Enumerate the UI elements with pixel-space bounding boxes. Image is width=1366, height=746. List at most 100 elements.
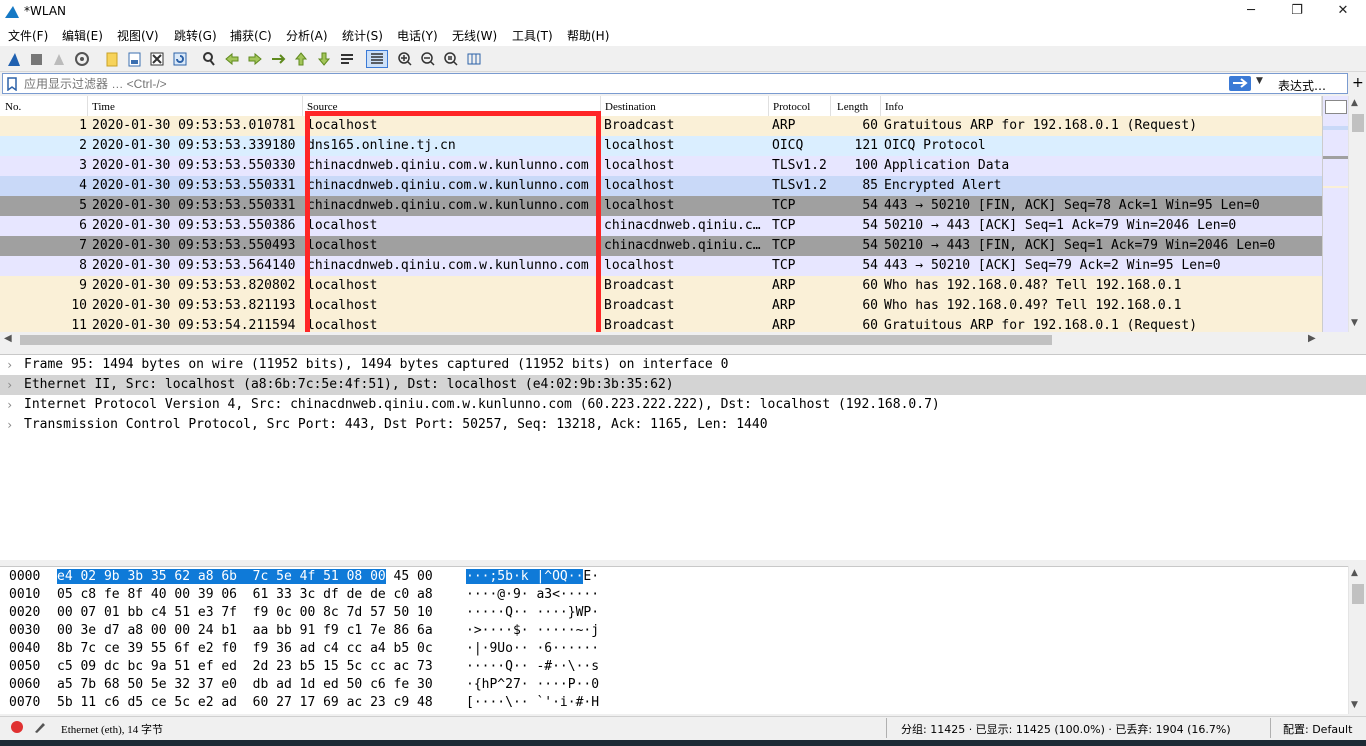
packet-list-vscroll[interactable]: ▲ ▼ bbox=[1348, 96, 1366, 332]
expert-info-icon[interactable] bbox=[10, 720, 24, 734]
maximize-button[interactable]: ❐ bbox=[1274, 0, 1320, 24]
menu-telephony[interactable]: 电话(Y) bbox=[397, 27, 438, 44]
column-header-info[interactable]: Info bbox=[881, 96, 1322, 116]
edit-comment-icon[interactable] bbox=[33, 720, 47, 734]
menu-view[interactable]: 视图(V) bbox=[117, 27, 159, 44]
cell-info: 50210 → 443 [ACK] Seq=1 Ack=79 Win=2046 … bbox=[884, 218, 1237, 233]
cell-time: 2020-01-30 09:53:53.820802 bbox=[92, 278, 296, 293]
restart-icon[interactable] bbox=[50, 50, 68, 68]
find-icon[interactable] bbox=[200, 50, 218, 68]
bytes-row[interactable]: 0040 8b 7c ce 39 55 6f e2 f0 f9 36 ad c4 … bbox=[0, 640, 1348, 658]
last-packet-icon[interactable] bbox=[315, 50, 333, 68]
detail-row-ethernet[interactable]: › Ethernet II, Src: localhost (a8:6b:7c:5… bbox=[0, 375, 1366, 395]
save-file-icon[interactable] bbox=[125, 50, 143, 68]
reload-icon[interactable] bbox=[171, 50, 189, 68]
cell-length: 60 bbox=[862, 318, 878, 332]
close-file-icon[interactable] bbox=[148, 50, 166, 68]
column-header-time[interactable]: Time bbox=[88, 96, 303, 116]
bytes-row[interactable]: 0020 00 07 01 bb c4 51 e3 7f f9 0c 00 8c … bbox=[0, 604, 1348, 622]
detail-row-tcp[interactable]: › Transmission Control Protocol, Src Port… bbox=[0, 415, 1366, 435]
colorize-icon[interactable] bbox=[366, 50, 388, 68]
cell-length: 100 bbox=[854, 158, 878, 173]
open-file-icon[interactable] bbox=[103, 50, 121, 68]
menu-analyze[interactable]: 分析(A) bbox=[286, 27, 328, 44]
status-profile[interactable]: 配置: Default bbox=[1283, 721, 1352, 737]
stop-icon[interactable] bbox=[27, 50, 45, 68]
column-header-protocol[interactable]: Protocol bbox=[769, 96, 831, 116]
column-header-length[interactable]: Length bbox=[831, 96, 881, 116]
byte-ascii: ····@·9· a3<····· bbox=[466, 587, 600, 602]
zoom-normal-icon[interactable] bbox=[442, 50, 460, 68]
zoom-in-icon[interactable] bbox=[396, 50, 414, 68]
source-highlight-box bbox=[305, 111, 601, 337]
packet-row[interactable]: 10 2020-01-30 09:53:53.821193 localhost Bro… bbox=[0, 296, 1322, 316]
column-header-no[interactable]: No. bbox=[0, 96, 88, 116]
first-packet-icon[interactable] bbox=[292, 50, 310, 68]
menu-statistics[interactable]: 统计(S) bbox=[342, 27, 383, 44]
cell-info: 443 → 50210 [ACK] Seq=79 Ack=2 Win=95 Le… bbox=[884, 258, 1221, 273]
shark-fin-start-icon[interactable] bbox=[5, 50, 23, 68]
arrow-right-icon bbox=[1233, 78, 1248, 88]
packet-row[interactable]: 1 2020-01-30 09:53:53.010781 localhost Broa… bbox=[0, 116, 1322, 136]
close-button[interactable]: ✕ bbox=[1320, 0, 1366, 24]
menu-edit[interactable]: 编辑(E) bbox=[62, 27, 103, 44]
bytes-row[interactable]: 0000 e4 02 9b 3b 35 62 a8 6b 7c 5e 4f 51 … bbox=[0, 568, 1348, 586]
detail-row-ipv4[interactable]: › Internet Protocol Version 4, Src: china… bbox=[0, 395, 1366, 415]
expression-button[interactable]: 表达式… bbox=[1278, 77, 1326, 94]
packet-list-hscroll[interactable]: ◀ ▶ bbox=[0, 332, 1322, 348]
byte-hex: 00 07 01 bb c4 51 e3 7f f9 0c 00 8c 7d 5… bbox=[57, 605, 433, 620]
go-to-packet-icon[interactable] bbox=[269, 50, 287, 68]
expand-arrow-icon[interactable]: › bbox=[6, 415, 13, 435]
packet-row[interactable]: 8 2020-01-30 09:53:53.564140 chinacdnweb.q… bbox=[0, 256, 1322, 276]
apply-filter-button[interactable] bbox=[1229, 76, 1251, 91]
expand-arrow-icon[interactable]: › bbox=[6, 375, 13, 395]
cell-length: 54 bbox=[862, 258, 878, 273]
zoom-out-icon[interactable] bbox=[419, 50, 437, 68]
menu-file[interactable]: 文件(F) bbox=[8, 27, 48, 44]
packet-row[interactable]: 9 2020-01-30 09:53:53.820802 localhost Broa… bbox=[0, 276, 1322, 296]
menu-tools[interactable]: 工具(T) bbox=[512, 27, 553, 44]
bookmark-icon[interactable] bbox=[6, 77, 18, 91]
byte-hex: 05 c8 fe 8f 40 00 39 06 61 33 3c df de d… bbox=[57, 587, 433, 602]
cell-protocol: ARP bbox=[772, 118, 796, 133]
bytes-row[interactable]: 0070 5b 11 c6 d5 ce 5c e2 ad 60 27 17 69 … bbox=[0, 694, 1348, 712]
autoscroll-icon[interactable] bbox=[338, 50, 356, 68]
packet-row[interactable]: 7 2020-01-30 09:53:53.550493 localhost chin… bbox=[0, 236, 1322, 256]
expand-arrow-icon[interactable]: › bbox=[6, 355, 13, 375]
menu-go[interactable]: 跳转(G) bbox=[174, 27, 217, 44]
detail-row-frame[interactable]: › Frame 95: 1494 bytes on wire (11952 bit… bbox=[0, 355, 1366, 375]
packet-row[interactable]: 6 2020-01-30 09:53:53.550386 localhost chin… bbox=[0, 216, 1322, 236]
cell-protocol: TCP bbox=[772, 198, 796, 213]
byte-offset: 0030 bbox=[9, 623, 41, 638]
go-forward-icon[interactable] bbox=[246, 50, 264, 68]
menu-wireless[interactable]: 无线(W) bbox=[452, 27, 497, 44]
minimize-button[interactable]: ─ bbox=[1228, 0, 1274, 24]
packet-row[interactable]: 11 2020-01-30 09:53:54.211594 localhost Bro… bbox=[0, 316, 1322, 332]
packet-minimap[interactable] bbox=[1322, 96, 1349, 332]
cell-protocol: TCP bbox=[772, 258, 796, 273]
display-filter-input[interactable] bbox=[24, 76, 1204, 92]
bytes-row[interactable]: 0030 00 3e d7 a8 00 00 24 b1 aa bb 91 f9 … bbox=[0, 622, 1348, 640]
cell-time: 2020-01-30 09:53:53.821193 bbox=[92, 298, 296, 313]
bytes-vscroll[interactable]: ▲ ▼ bbox=[1348, 566, 1366, 714]
resize-columns-icon[interactable] bbox=[465, 50, 483, 68]
cell-no: 2 bbox=[79, 138, 87, 153]
column-header-destination[interactable]: Destination bbox=[601, 96, 769, 116]
bytes-row[interactable]: 0060 a5 7b 68 50 5e 32 37 e0 db ad 1d ed … bbox=[0, 676, 1348, 694]
menu-capture[interactable]: 捕获(C) bbox=[230, 27, 272, 44]
bytes-row[interactable]: 0010 05 c8 fe 8f 40 00 39 06 61 33 3c df … bbox=[0, 586, 1348, 604]
cell-length: 54 bbox=[862, 218, 878, 233]
cell-protocol: TLSv1.2 bbox=[772, 158, 827, 173]
bytes-row[interactable]: 0050 c5 09 dc bc 9a 51 ef ed 2d 23 b5 15 … bbox=[0, 658, 1348, 676]
packet-row[interactable]: 2 2020-01-30 09:53:53.339180 dns165.online… bbox=[0, 136, 1322, 156]
packet-rows: 1 2020-01-30 09:53:53.010781 localhost Broa… bbox=[0, 116, 1322, 332]
filter-dropdown-icon[interactable]: ▼ bbox=[1256, 76, 1263, 86]
packet-row[interactable]: 5 2020-01-30 09:53:53.550331 chinacdnweb.q… bbox=[0, 196, 1322, 216]
menu-help[interactable]: 帮助(H) bbox=[567, 27, 609, 44]
packet-row[interactable]: 3 2020-01-30 09:53:53.550330 chinacdnweb.q… bbox=[0, 156, 1322, 176]
add-filter-button[interactable]: + bbox=[1352, 75, 1364, 91]
packet-row[interactable]: 4 2020-01-30 09:53:53.550331 chinacdnweb.q… bbox=[0, 176, 1322, 196]
options-gear-icon[interactable] bbox=[73, 50, 91, 68]
go-back-icon[interactable] bbox=[223, 50, 241, 68]
expand-arrow-icon[interactable]: › bbox=[6, 395, 13, 415]
